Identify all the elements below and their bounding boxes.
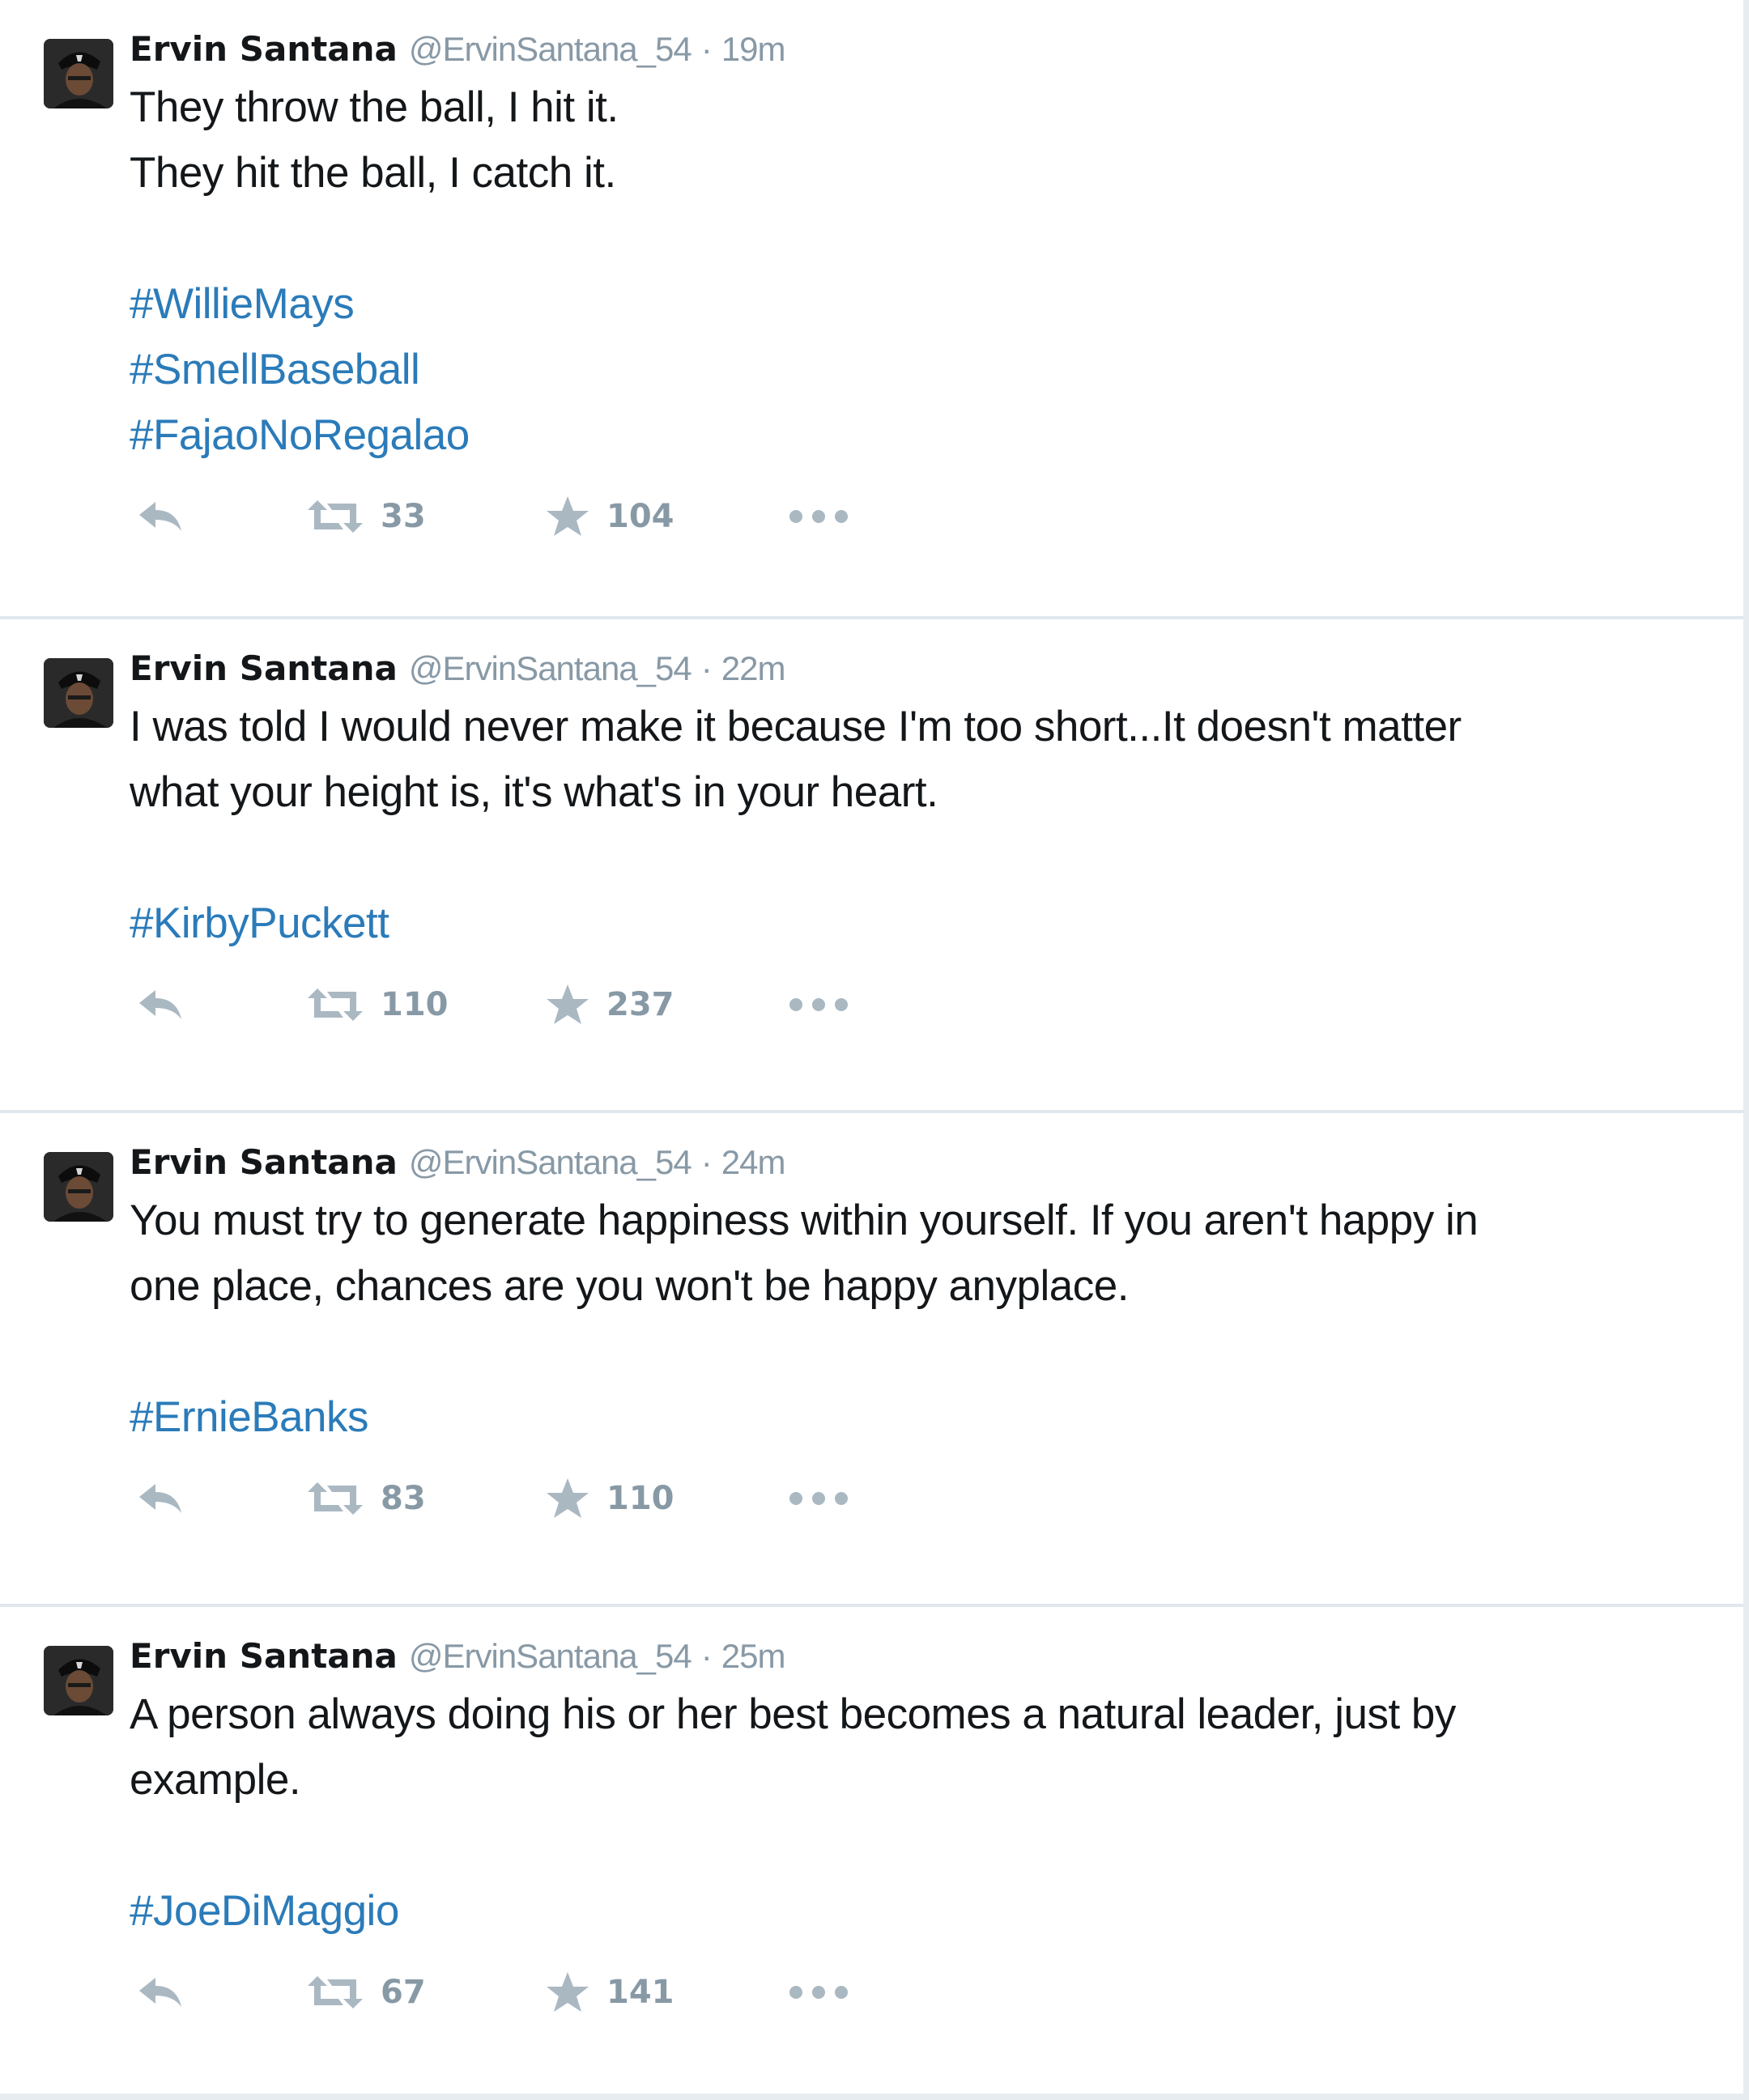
avatar-image <box>44 1152 113 1222</box>
more-dots-icon <box>789 1986 848 1999</box>
username[interactable]: @ErvinSantana_54 <box>409 30 692 68</box>
retweet-button[interactable]: 33 <box>306 498 545 535</box>
tweet-text-line: You must try to generate happiness withi… <box>130 1197 1479 1244</box>
tweet-actions: 67 141 <box>136 1944 1711 2041</box>
more-button[interactable] <box>788 508 861 525</box>
timestamp[interactable]: 24m <box>721 1143 786 1181</box>
tweet-text: I was told I would never make it because… <box>130 694 1711 956</box>
tweet-text-line: A person always doing his or her best be… <box>130 1690 1456 1738</box>
star-icon <box>547 1478 589 1518</box>
favorite-button[interactable]: 141 <box>545 1970 788 2014</box>
tweet[interactable]: Ervin Santana @ErvinSantana_54 · 22m I was … <box>0 619 1743 1113</box>
fullname[interactable]: Ervin Santana <box>130 1142 398 1182</box>
avatar[interactable] <box>44 658 113 728</box>
separator: · <box>700 30 713 68</box>
favorite-button[interactable]: 104 <box>545 495 788 538</box>
reply-button[interactable] <box>136 987 306 1022</box>
avatar-image <box>44 39 113 108</box>
timestamp[interactable]: 25m <box>721 1637 786 1675</box>
separator: · <box>700 1637 713 1675</box>
reply-button[interactable] <box>136 1975 306 2010</box>
favorite-count: 110 <box>606 1480 674 1517</box>
fullname[interactable]: Ervin Santana <box>130 1636 398 1676</box>
avatar-image <box>44 658 113 728</box>
retweet-count: 110 <box>381 986 449 1023</box>
favorite-count: 141 <box>606 1974 674 2011</box>
hashtag-link[interactable]: #SmellBaseball <box>130 337 1711 402</box>
separator: · <box>700 649 713 687</box>
reply-icon <box>139 1484 181 1513</box>
hashtag-link[interactable]: #WillieMays <box>130 271 1711 337</box>
tweet-text-line: example. <box>130 1756 301 1804</box>
tweet-text-line: I was told I would never make it because… <box>130 703 1462 750</box>
favorite-count: 237 <box>606 986 674 1023</box>
tweet-text: You must try to generate happiness withi… <box>130 1188 1711 1450</box>
tweet-text: A person always doing his or her best be… <box>130 1681 1711 1944</box>
reply-button[interactable] <box>136 499 306 534</box>
reply-button[interactable] <box>136 1481 306 1516</box>
retweet-count: 33 <box>381 498 426 535</box>
tweet-header: Ervin Santana @ErvinSantana_54 · 22m <box>130 644 1711 694</box>
more-dots-icon <box>789 510 848 523</box>
tweet-header: Ervin Santana @ErvinSantana_54 · 19m <box>130 24 1711 74</box>
retweet-icon <box>308 1482 363 1515</box>
tweet-text-line: one place, chances are you won't be happ… <box>130 1262 1129 1310</box>
tweet-text: They throw the ball, I hit it. They hit … <box>130 74 1711 468</box>
star-icon <box>547 496 589 536</box>
tweet-text-line: what your height is, it's what's in your… <box>130 768 938 816</box>
retweet-icon <box>308 988 363 1021</box>
tweet[interactable]: Ervin Santana @ErvinSantana_54 · 24m You mu… <box>0 1113 1743 1607</box>
username[interactable]: @ErvinSantana_54 <box>409 649 692 687</box>
hashtag-link[interactable]: #JoeDiMaggio <box>130 1878 1711 1944</box>
retweet-icon <box>308 500 363 533</box>
tweet-text-line: They throw the ball, I hit it. <box>130 83 619 131</box>
timestamp[interactable]: 19m <box>721 30 786 68</box>
tweet[interactable]: Ervin Santana @ErvinSantana_54 · 19m They t… <box>0 0 1743 619</box>
tweet-header: Ervin Santana @ErvinSantana_54 · 24m <box>130 1137 1711 1188</box>
tweet-actions: 83 110 <box>136 1450 1711 1547</box>
avatar[interactable] <box>44 1646 113 1715</box>
retweet-button[interactable]: 83 <box>306 1480 545 1517</box>
more-dots-icon <box>789 1492 848 1505</box>
favorite-button[interactable]: 237 <box>545 983 788 1027</box>
retweet-button[interactable]: 110 <box>306 986 545 1023</box>
reply-icon <box>139 502 181 531</box>
retweet-icon <box>308 1976 363 2009</box>
tweet-actions: 110 237 <box>136 956 1711 1053</box>
tweet[interactable]: Ervin Santana @ErvinSantana_54 · 25m A pers… <box>0 1607 1743 2094</box>
reply-icon <box>139 1978 181 2007</box>
separator: · <box>700 1143 713 1181</box>
more-button[interactable] <box>788 1984 861 2000</box>
tweet-text-line: They hit the ball, I catch it. <box>130 149 616 197</box>
avatar[interactable] <box>44 1152 113 1222</box>
avatar[interactable] <box>44 39 113 108</box>
retweet-button[interactable]: 67 <box>306 1974 545 2011</box>
more-dots-icon <box>789 998 848 1011</box>
avatar-image <box>44 1646 113 1715</box>
star-icon <box>547 984 589 1024</box>
text-spacer <box>130 1813 1711 1878</box>
username[interactable]: @ErvinSantana_54 <box>409 1143 692 1181</box>
reply-icon <box>139 990 181 1019</box>
more-button[interactable] <box>788 1490 861 1507</box>
hashtag-link[interactable]: #FajaoNoRegalao <box>130 402 1711 468</box>
retweet-count: 83 <box>381 1480 426 1517</box>
text-spacer <box>130 825 1711 891</box>
tweet-header: Ervin Santana @ErvinSantana_54 · 25m <box>130 1631 1711 1681</box>
text-spacer <box>130 1319 1711 1384</box>
tweet-actions: 33 104 <box>136 468 1711 565</box>
fullname[interactable]: Ervin Santana <box>130 648 398 688</box>
timestamp[interactable]: 22m <box>721 649 786 687</box>
hashtag-link[interactable]: #ErnieBanks <box>130 1384 1711 1450</box>
hashtag-link[interactable]: #KirbyPuckett <box>130 891 1711 956</box>
favorite-button[interactable]: 110 <box>545 1477 788 1520</box>
text-spacer <box>130 206 1711 271</box>
username[interactable]: @ErvinSantana_54 <box>409 1637 692 1675</box>
tweet-timeline: Ervin Santana @ErvinSantana_54 · 19m They t… <box>0 0 1743 2094</box>
retweet-count: 67 <box>381 1974 426 2011</box>
star-icon <box>547 1972 589 2012</box>
fullname[interactable]: Ervin Santana <box>130 29 398 69</box>
favorite-count: 104 <box>606 498 674 535</box>
more-button[interactable] <box>788 997 861 1013</box>
